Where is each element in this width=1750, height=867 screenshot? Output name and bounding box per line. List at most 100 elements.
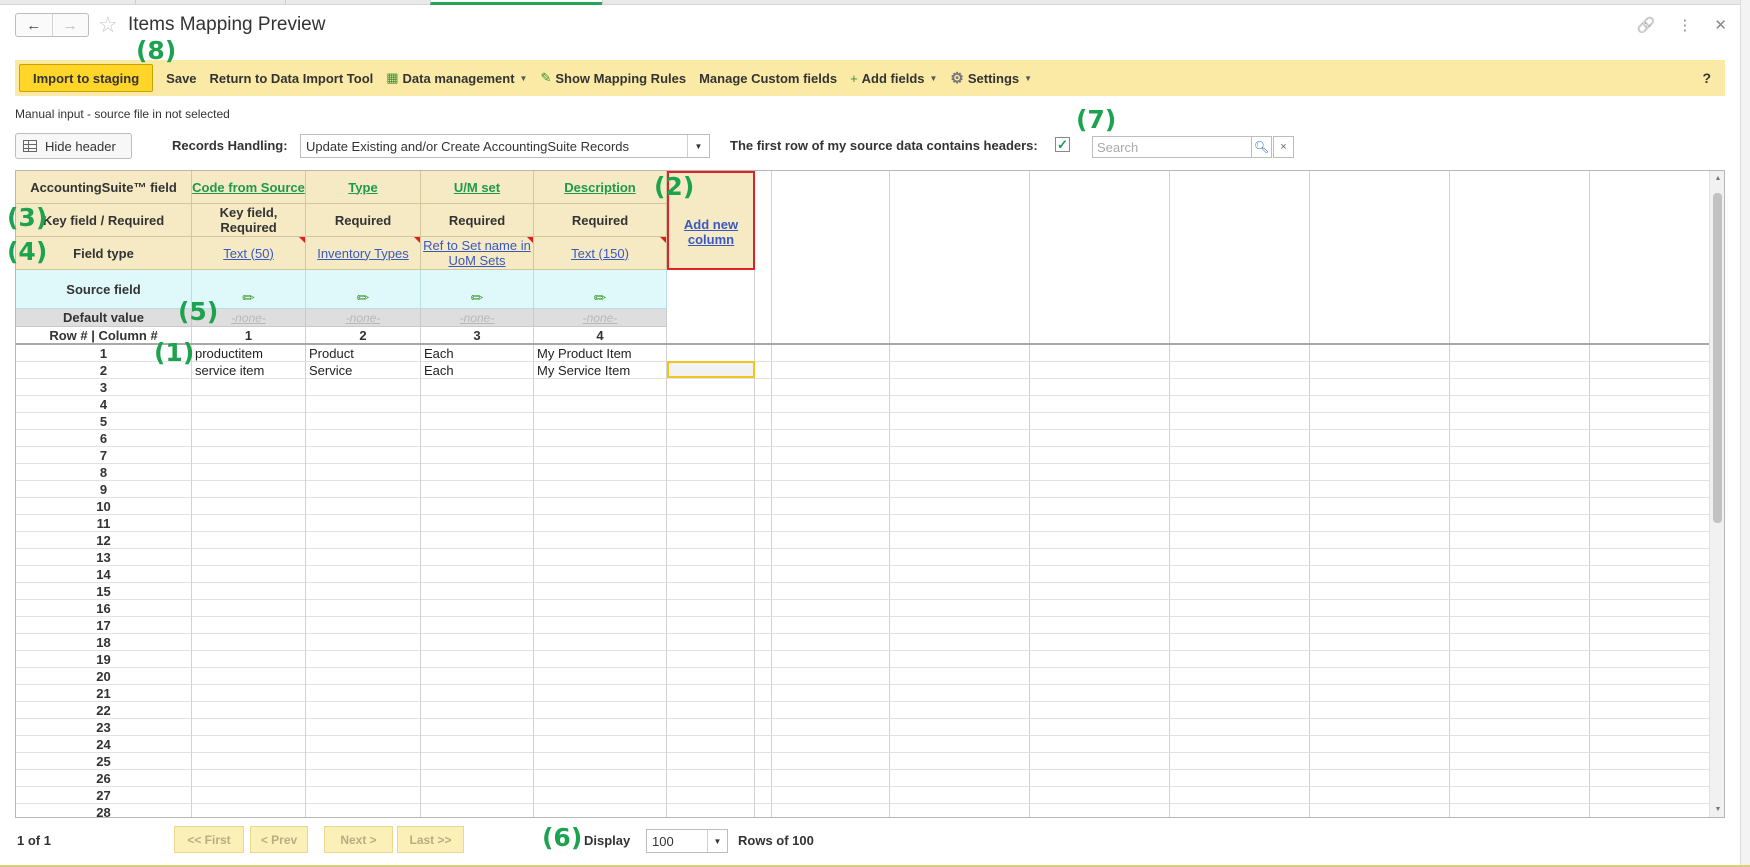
table-cell[interactable] — [192, 583, 306, 600]
table-cell[interactable] — [534, 736, 667, 753]
field-name[interactable]: Code from Source — [192, 180, 305, 195]
table-cell[interactable] — [534, 583, 667, 600]
table-cell[interactable] — [534, 668, 667, 685]
table-cell[interactable] — [667, 719, 755, 736]
table-cell[interactable] — [534, 617, 667, 634]
table-cell[interactable] — [192, 566, 306, 583]
table-cell[interactable] — [534, 719, 667, 736]
table-cell[interactable] — [192, 430, 306, 447]
table-cell[interactable] — [667, 770, 755, 787]
table-cell[interactable] — [667, 702, 755, 719]
hide-header-button[interactable]: Hide header — [15, 133, 132, 159]
table-cell[interactable] — [421, 702, 534, 719]
rows-per-page-select[interactable]: 100 ▼ — [646, 829, 728, 853]
table-cell[interactable] — [421, 532, 534, 549]
table-cell[interactable] — [306, 379, 421, 396]
table-cell[interactable] — [534, 430, 667, 447]
table-cell[interactable] — [421, 396, 534, 413]
table-cell[interactable] — [421, 804, 534, 817]
save-button[interactable]: Save — [166, 71, 196, 86]
table-cell[interactable] — [192, 685, 306, 702]
table-cell[interactable] — [306, 685, 421, 702]
field-type-link[interactable]: Inventory Types — [317, 246, 409, 261]
table-cell[interactable] — [192, 617, 306, 634]
table-cell[interactable] — [306, 702, 421, 719]
table-cell[interactable] — [534, 787, 667, 804]
link-icon[interactable]: 🔗 — [1637, 16, 1656, 34]
table-cell[interactable] — [306, 498, 421, 515]
prev-page-button[interactable]: < Prev — [250, 826, 308, 853]
scroll-thumb[interactable] — [1713, 193, 1722, 523]
table-cell[interactable] — [667, 736, 755, 753]
table-cell[interactable] — [306, 753, 421, 770]
add-new-column-link[interactable]: Add new column — [669, 217, 753, 247]
table-cell[interactable] — [421, 583, 534, 600]
table-cell[interactable]: service item — [192, 362, 306, 379]
table-cell[interactable]: My Product Item — [534, 345, 667, 362]
table-cell[interactable] — [306, 413, 421, 430]
table-cell[interactable] — [306, 600, 421, 617]
field-header-description[interactable]: Description — [534, 171, 667, 204]
field-name[interactable]: Type — [348, 180, 377, 195]
table-cell[interactable] — [667, 583, 755, 600]
table-cell[interactable] — [192, 634, 306, 651]
table-cell[interactable] — [667, 566, 755, 583]
table-cell[interactable] — [421, 736, 534, 753]
help-button[interactable]: ? — [1702, 70, 1711, 86]
table-cell[interactable] — [534, 464, 667, 481]
last-page-button[interactable]: Last >> — [397, 826, 464, 853]
table-cell[interactable] — [667, 345, 755, 362]
default-value[interactable]: -none- — [231, 311, 266, 325]
field-name[interactable]: U/M set — [454, 180, 500, 195]
table-cell[interactable] — [667, 447, 755, 464]
table-cell[interactable] — [667, 634, 755, 651]
table-cell[interactable] — [534, 634, 667, 651]
table-cell[interactable] — [534, 770, 667, 787]
table-cell[interactable] — [667, 685, 755, 702]
table-cell[interactable] — [192, 804, 306, 817]
table-cell[interactable] — [421, 668, 534, 685]
table-cell[interactable] — [667, 396, 755, 413]
table-cell[interactable] — [534, 396, 667, 413]
table-cell[interactable] — [667, 481, 755, 498]
search-icon[interactable]: 🔍︎ — [1251, 136, 1272, 158]
field-type-cell[interactable]: Text (150) — [534, 237, 667, 270]
first-row-headers-checkbox[interactable]: ✓ — [1055, 137, 1070, 152]
table-cell[interactable] — [667, 549, 755, 566]
default-value-cell[interactable]: -none- — [534, 309, 667, 327]
table-cell[interactable] — [667, 668, 755, 685]
pencil-icon[interactable]: ✏ — [471, 289, 484, 307]
table-cell[interactable] — [421, 566, 534, 583]
import-to-staging-button[interactable]: Import to staging — [19, 64, 154, 92]
table-cell[interactable] — [306, 515, 421, 532]
table-cell[interactable] — [421, 634, 534, 651]
more-icon[interactable]: ⋮ — [1677, 16, 1692, 34]
data-management-menu[interactable]: ▦ Data management ▼ — [386, 70, 527, 86]
close-icon[interactable]: ✕ — [1714, 16, 1727, 34]
table-cell[interactable] — [306, 651, 421, 668]
forward-icon[interactable]: → — [51, 14, 89, 36]
table-cell[interactable] — [421, 685, 534, 702]
table-cell[interactable]: Service — [306, 362, 421, 379]
table-cell[interactable] — [192, 702, 306, 719]
table-cell[interactable] — [667, 617, 755, 634]
table-cell[interactable] — [667, 600, 755, 617]
table-cell[interactable] — [534, 498, 667, 515]
default-value-cell[interactable]: -none- — [421, 309, 534, 327]
field-type-link[interactable]: Ref to Set name in UoM Sets — [421, 238, 533, 268]
table-cell[interactable] — [421, 617, 534, 634]
pencil-icon[interactable]: ✏ — [594, 289, 607, 307]
table-cell[interactable] — [534, 532, 667, 549]
table-cell[interactable] — [192, 770, 306, 787]
table-cell[interactable] — [667, 804, 755, 817]
table-cell[interactable] — [192, 396, 306, 413]
default-value[interactable]: -none- — [346, 311, 381, 325]
table-cell[interactable] — [192, 668, 306, 685]
table-cell[interactable] — [667, 651, 755, 668]
manage-custom-fields-button[interactable]: Manage Custom fields — [699, 71, 837, 86]
table-cell[interactable] — [192, 413, 306, 430]
field-type-cell[interactable]: Ref to Set name in UoM Sets — [421, 237, 534, 270]
table-cell[interactable] — [192, 481, 306, 498]
table-cell[interactable] — [192, 549, 306, 566]
table-cell[interactable] — [421, 719, 534, 736]
